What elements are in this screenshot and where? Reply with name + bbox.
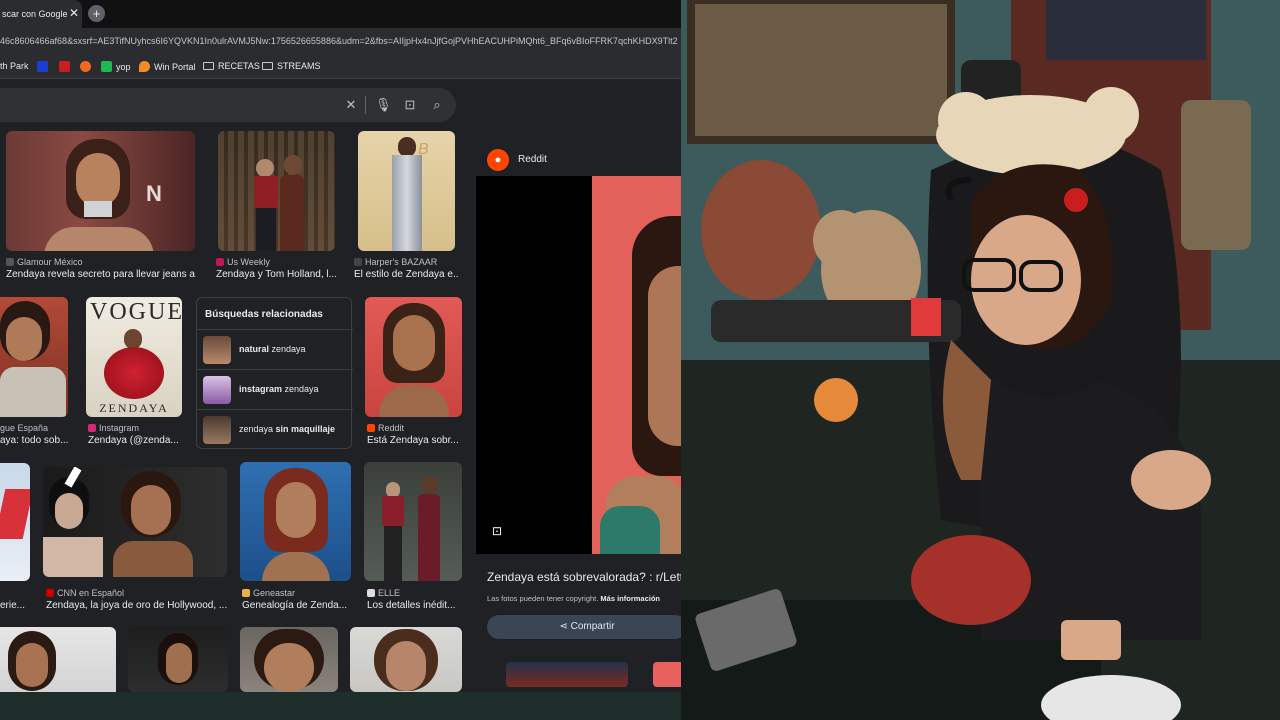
related-thumbnail[interactable]: [653, 662, 681, 687]
result-image[interactable]: [364, 462, 462, 581]
result-caption[interactable]: Está Zendaya sobr...: [367, 435, 462, 446]
address-bar[interactable]: 46c8606466af68&sxsrf=AE3TifNUyhcs6I6YQVK…: [0, 28, 681, 55]
result-image[interactable]: B: [358, 131, 455, 251]
lens-icon[interactable]: ⊡: [402, 97, 418, 113]
result-caption[interactable]: Zendaya revela secreto para llevar jeans…: [6, 269, 196, 280]
result-source: CNN en Español: [46, 588, 124, 598]
result-image[interactable]: [128, 627, 228, 692]
folder-icon: [203, 62, 214, 70]
result-source: Us Weekly: [216, 257, 270, 267]
webcam-feed: [681, 0, 1280, 720]
result-caption[interactable]: El estilo de Zendaya e...: [354, 269, 459, 280]
result-source: Harper's BAZAAR: [354, 257, 437, 267]
result-caption[interactable]: Zendaya, la joya de oro de Hollywood, ..…: [46, 600, 228, 611]
bookmark-recetas[interactable]: RECETAS: [203, 61, 260, 71]
bookmark-south-park[interactable]: th Park: [0, 61, 29, 71]
tab-strip: scar con Google ✕ +: [0, 0, 681, 28]
divider: [365, 96, 366, 114]
url-text: 46c8606466af68&sxsrf=AE3TifNUyhcs6I6YQVK…: [0, 36, 678, 46]
bookmark-orange-icon[interactable]: [80, 61, 91, 72]
result-caption[interactable]: Zendaya (@zenda...: [88, 435, 180, 446]
lens-icon[interactable]: ⊡: [492, 524, 506, 538]
image-preview-panel: ● Reddit ⊡ Zendaya está sobrevalorada? :…: [476, 142, 681, 687]
result-image[interactable]: VOGUE ZENDAYA: [86, 297, 182, 417]
related-item-instagram[interactable]: instagram zendaya: [197, 369, 353, 409]
related-title: Búsquedas relacionadas: [205, 309, 323, 320]
result-image[interactable]: [240, 627, 338, 692]
clear-icon[interactable]: ✕: [343, 97, 359, 113]
preview-title[interactable]: Zendaya está sobrevalorada? : r/Lett: [487, 570, 681, 584]
bookmark-m-icon[interactable]: [37, 61, 48, 72]
result-image[interactable]: [0, 463, 30, 581]
related-thumbnail[interactable]: [506, 662, 628, 687]
result-image[interactable]: [240, 462, 351, 581]
search-input[interactable]: ✕ 🎙 ⊡ ⌕: [0, 88, 456, 122]
related-searches: Búsquedas relacionadas natural zendaya i…: [196, 297, 353, 449]
result-source: Geneastar: [242, 588, 295, 598]
result-image[interactable]: [0, 627, 116, 692]
preview-image[interactable]: [476, 176, 681, 554]
preview-header: ● Reddit: [476, 142, 681, 176]
result-source: gue España: [0, 423, 49, 433]
result-image[interactable]: [365, 297, 462, 417]
result-caption[interactable]: aya: todo sob...: [0, 435, 70, 446]
result-source: Glamour México: [6, 257, 83, 267]
copyright-notice: Las fotos pueden tener copyright. Más in…: [487, 594, 661, 603]
thumbnail: [203, 416, 231, 444]
folder-icon: [262, 62, 273, 70]
related-item-natural[interactable]: natural zendaya: [197, 329, 353, 369]
search-icon[interactable]: ⌕: [429, 97, 445, 113]
tab-title: scar con Google: [2, 9, 68, 19]
result-caption[interactable]: Zendaya y Tom Holland, l...: [216, 269, 336, 280]
close-icon[interactable]: ✕: [66, 5, 82, 21]
result-caption[interactable]: Los detalles inédit...: [367, 600, 462, 611]
webcam-image: [681, 0, 1280, 720]
share-button[interactable]: ⋖ Compartir: [487, 615, 681, 639]
browser-window: scar con Google ✕ + 46c8606466af68&sxsrf…: [0, 0, 681, 720]
result-image[interactable]: N: [6, 131, 195, 251]
new-tab-button[interactable]: +: [88, 5, 105, 22]
microphone-icon[interactable]: 🎙: [375, 97, 392, 113]
result-source: Instagram: [88, 423, 139, 433]
result-image[interactable]: [350, 627, 462, 692]
bookmark-streams[interactable]: STREAMS: [262, 61, 321, 71]
result-image[interactable]: [43, 467, 227, 577]
result-caption[interactable]: erie...: [0, 600, 30, 611]
result-caption[interactable]: Genealogía de Zenda...: [242, 600, 352, 611]
reddit-logo-icon: ●: [487, 149, 509, 171]
thumbnail: [203, 336, 231, 364]
more-info-link[interactable]: Más información: [600, 594, 660, 603]
bookmark-win-portal[interactable]: Win Portal: [139, 61, 196, 72]
bookmark-red-icon[interactable]: [59, 61, 70, 72]
taskbar: [0, 692, 681, 720]
preview-site-name[interactable]: Reddit: [518, 154, 547, 165]
share-icon: ⋖: [559, 621, 571, 632]
screen: scar con Google ✕ + 46c8606466af68&sxsrf…: [0, 0, 1280, 720]
result-image[interactable]: [218, 131, 335, 251]
related-item-sin-maquillaje[interactable]: zendaya sin maquillaje: [197, 409, 353, 449]
result-source: Reddit: [367, 423, 404, 433]
bookmarks-bar: th Park yop Win Portal RECETAS STREAMS: [0, 55, 681, 79]
result-image[interactable]: [0, 297, 68, 417]
result-source: ELLE: [367, 588, 400, 598]
thumbnail: [203, 376, 231, 404]
bookmark-yop[interactable]: yop: [101, 61, 131, 72]
